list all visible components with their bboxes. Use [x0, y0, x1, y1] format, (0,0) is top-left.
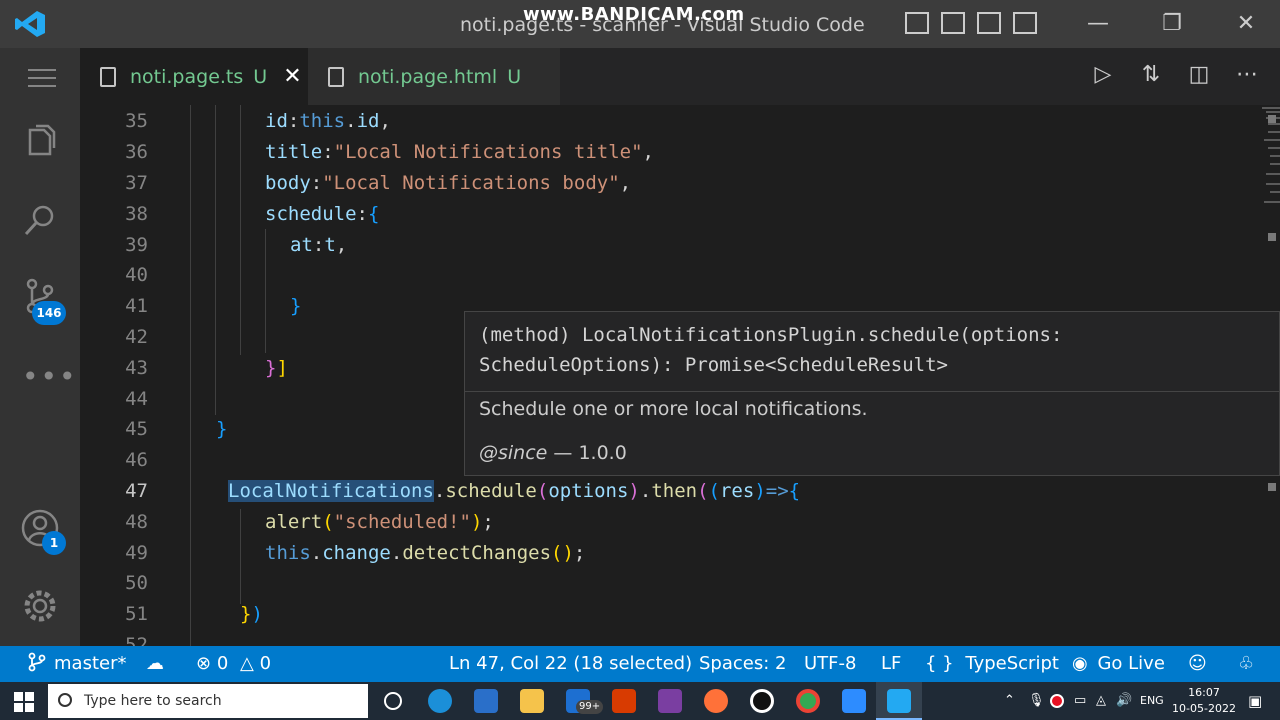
broadcast-icon: ◉: [1072, 653, 1088, 674]
search-icon: [58, 693, 72, 707]
error-icon: ⊗: [196, 653, 212, 674]
close-tab-icon[interactable]: ✕: [283, 64, 301, 89]
windows-taskbar: Type here to search 99+ ⌃ 🎙 ▭ ◬ 🔊 ENG 16…: [0, 682, 1280, 720]
mail-badge: 99+: [576, 700, 604, 714]
code-line: 38 schedule:{: [125, 203, 380, 225]
record-tray-icon[interactable]: [1050, 694, 1064, 708]
activity-bar: 146 ••• 1: [0, 48, 80, 646]
code-line: 51}): [125, 603, 263, 625]
selected-text: LocalNotifications: [228, 480, 434, 502]
git-branch-icon: [28, 652, 46, 672]
method-signature: (method) LocalNotificationsPlugin.schedu…: [479, 324, 1063, 376]
toggle-secondary-sidebar-icon[interactable]: [977, 12, 1001, 34]
problems-indicator[interactable]: ⊗ 0 △ 0: [196, 646, 271, 682]
hover-tooltip: (method) LocalNotificationsPlugin.schedu…: [464, 311, 1280, 476]
code-line: 40: [125, 264, 148, 286]
recording-watermark: www.BANDICAM.com: [523, 4, 745, 25]
explorer-icon[interactable]: [20, 122, 60, 162]
task-view-icon[interactable]: [384, 692, 402, 710]
code-line: 52: [125, 634, 148, 646]
scrollbar-marker[interactable]: [1268, 115, 1276, 123]
split-editor-icon[interactable]: ◫: [1186, 62, 1212, 87]
scm-count-badge: 146: [32, 301, 66, 325]
untracked-status: U: [507, 65, 522, 88]
firefox-icon[interactable]: [704, 689, 728, 713]
vscode-taskbar-active[interactable]: [876, 682, 922, 720]
menu-icon[interactable]: [28, 68, 56, 88]
warning-icon: △: [240, 653, 254, 674]
action-center-icon[interactable]: ▣: [1248, 682, 1262, 720]
windows-start-icon[interactable]: [14, 692, 34, 712]
notifications-bell-icon[interactable]: ♧: [1238, 646, 1254, 682]
tab-label: noti.page.ts: [130, 65, 244, 88]
code-line: 37 body:"Local Notifications body",: [125, 172, 632, 194]
language-mode[interactable]: { } TypeScript: [925, 646, 1059, 682]
system-clock[interactable]: 16:07 10-05-2022: [1166, 685, 1242, 717]
cursor-position[interactable]: Ln 47, Col 22 (18 selected): [449, 646, 692, 682]
store-icon[interactable]: [474, 689, 498, 713]
file-icon: [100, 66, 116, 87]
more-views-icon[interactable]: •••: [22, 360, 78, 393]
bandicam-record-icon[interactable]: [750, 689, 774, 713]
taskbar-search-input[interactable]: Type here to search: [48, 684, 368, 718]
edge-icon[interactable]: [428, 689, 452, 713]
file-explorer-icon[interactable]: [520, 689, 544, 713]
wifi-icon[interactable]: ◬: [1096, 682, 1106, 720]
scrollbar-marker[interactable]: [1268, 483, 1276, 491]
vscode-icon: [887, 689, 911, 713]
volume-icon[interactable]: 🔊: [1116, 682, 1132, 720]
minimize-button[interactable]: —: [1084, 10, 1112, 38]
office-icon[interactable]: [612, 689, 636, 713]
toggle-panel-icon[interactable]: [941, 12, 965, 34]
run-icon[interactable]: ▷: [1090, 62, 1116, 87]
code-line: 35 id:this.id,: [125, 110, 391, 132]
close-window-button[interactable]: ✕: [1232, 10, 1260, 38]
tray-chevron-icon[interactable]: ⌃: [1004, 682, 1015, 720]
customize-layout-icon[interactable]: [1013, 12, 1037, 34]
accounts-badge: 1: [42, 531, 66, 555]
zoom-icon[interactable]: [842, 689, 866, 713]
file-icon: [328, 66, 344, 87]
encoding[interactable]: UTF-8: [804, 646, 856, 682]
vscode-logo-icon[interactable]: [14, 10, 46, 38]
restore-button[interactable]: ❐: [1158, 10, 1186, 38]
untracked-status: U: [253, 65, 268, 88]
code-line: 50: [125, 572, 148, 594]
code-line: 49 this.change.detectChanges();: [125, 542, 586, 564]
input-language[interactable]: ENG: [1140, 682, 1164, 720]
title-bar: noti.page.ts - scanner - Visual Studio C…: [0, 0, 1280, 48]
search-icon[interactable]: [20, 200, 60, 240]
app-icon[interactable]: [658, 689, 682, 713]
tab-noti-page-ts[interactable]: noti.page.ts U ✕: [80, 48, 308, 105]
branch-indicator[interactable]: master*: [28, 646, 126, 682]
code-line: 36 title:"Local Notifications title",: [125, 141, 654, 163]
method-description: Schedule one or more local notifications…: [479, 398, 868, 420]
go-live-button[interactable]: ◉ Go Live: [1072, 646, 1165, 682]
tab-bar: noti.page.ts U ✕ noti.page.html U ▷ ⇅ ◫ …: [80, 48, 1280, 105]
status-bar: master* ☁ ⊗ 0 △ 0 Ln 47, Col 22 (18 sele…: [0, 646, 1280, 682]
more-actions-icon[interactable]: ⋯: [1234, 62, 1260, 87]
sync-icon[interactable]: ☁: [146, 646, 164, 682]
braces-icon: { }: [925, 653, 954, 674]
tab-label: noti.page.html: [358, 65, 498, 88]
end-of-line[interactable]: LF: [881, 646, 901, 682]
feedback-icon[interactable]: ☺: [1188, 646, 1207, 682]
code-line: 48 alert("scheduled!");: [125, 511, 494, 533]
chrome-icon[interactable]: [796, 689, 820, 713]
tab-noti-page-html[interactable]: noti.page.html U: [308, 48, 560, 105]
microphone-icon[interactable]: 🎙: [1028, 682, 1045, 720]
since-tag: @since — 1.0.0: [479, 442, 627, 464]
network-icon[interactable]: ▭: [1074, 682, 1086, 720]
code-line-current: 47 LocalNotifications.schedule(options).t…: [125, 480, 801, 502]
compare-changes-icon[interactable]: ⇅: [1138, 62, 1164, 87]
toggle-primary-sidebar-icon[interactable]: [905, 12, 929, 34]
indentation[interactable]: Spaces: 2: [699, 646, 786, 682]
settings-gear-icon[interactable]: [20, 586, 60, 626]
scrollbar-marker[interactable]: [1268, 233, 1276, 241]
code-line: 39 at:t,: [125, 234, 348, 256]
